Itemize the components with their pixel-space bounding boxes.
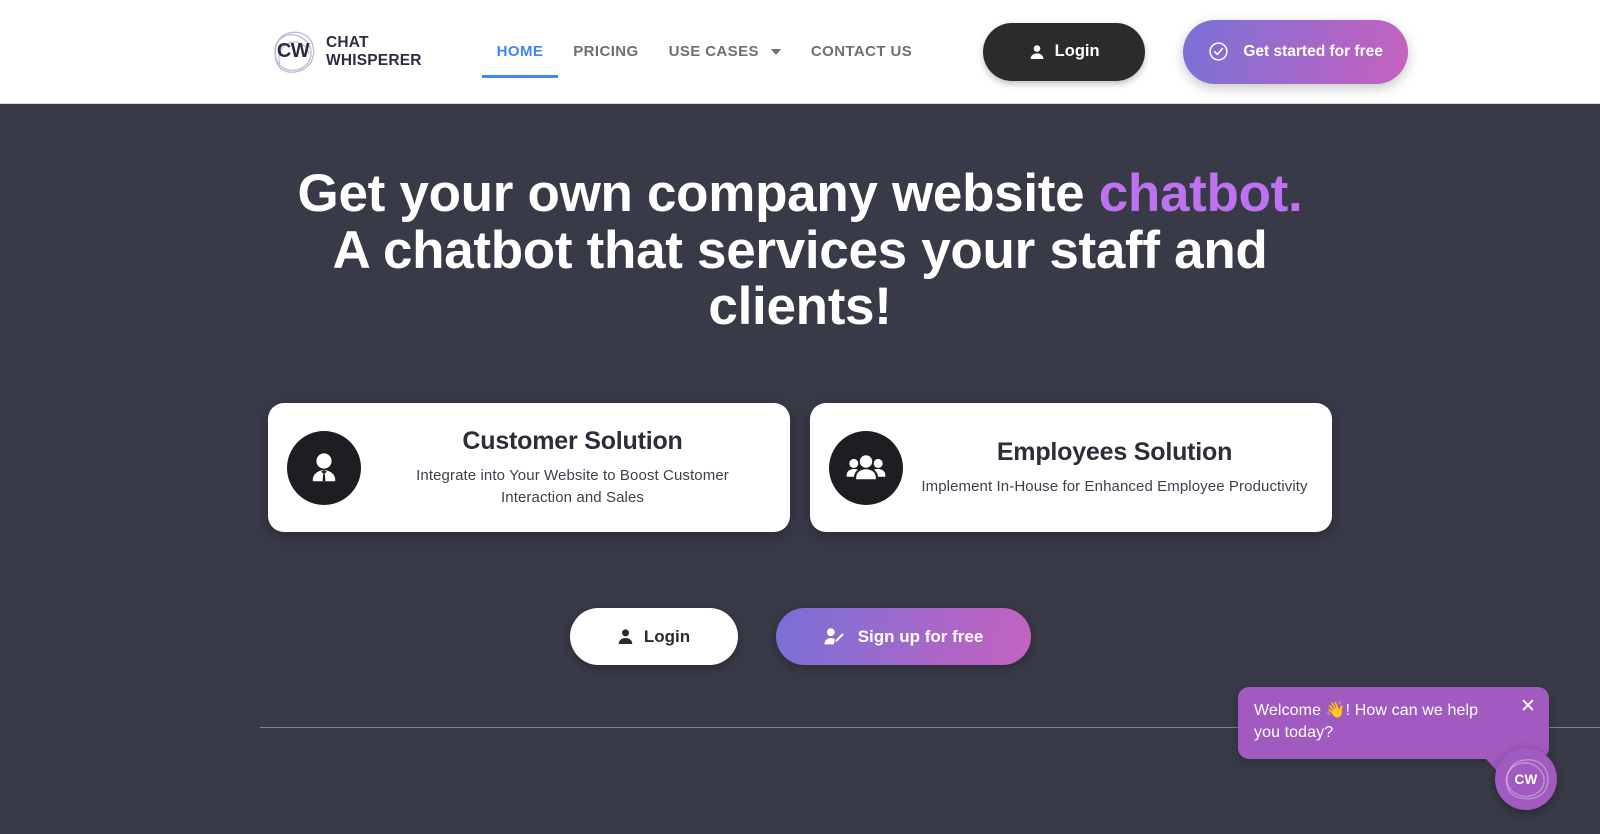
card-employees-description: Implement In-House for Enhanced Employee… bbox=[921, 477, 1308, 495]
chat-launcher-label: CW bbox=[1514, 771, 1538, 787]
get-started-button[interactable]: Get started for free bbox=[1183, 19, 1409, 84]
card-customer-description: Integrate into Your Website to Boost Cus… bbox=[416, 467, 729, 506]
hero-cta-group: Login Sign up for free bbox=[0, 608, 1600, 666]
business-person-icon bbox=[287, 430, 361, 505]
nav-item-use-cases-label: USE CASES bbox=[668, 43, 759, 60]
nav-item-pricing[interactable]: PRICING bbox=[558, 26, 653, 78]
header-login-button[interactable]: Login bbox=[983, 22, 1146, 81]
chat-welcome-message: Welcome 👋! How can we help you today? bbox=[1254, 702, 1479, 742]
hero-headline-line2: A chatbot that services your staff and c… bbox=[332, 220, 1268, 337]
chat-launcher-button[interactable]: CW bbox=[1495, 748, 1557, 810]
hero-login-label: Login bbox=[643, 626, 691, 646]
card-customer-title: Customer Solution bbox=[462, 427, 683, 456]
header-login-label: Login bbox=[1054, 42, 1100, 60]
logo-wordmark: CHAT WHISPERER bbox=[326, 34, 422, 70]
user-icon bbox=[617, 628, 634, 645]
solution-cards: Customer Solution Integrate into Your We… bbox=[0, 403, 1600, 533]
get-started-label: Get started for free bbox=[1243, 42, 1383, 60]
logo-link[interactable]: CW CHAT WHISPERER bbox=[267, 26, 422, 78]
card-employees-body: Employees Solution Implement In-House fo… bbox=[921, 438, 1308, 497]
nav-item-home[interactable]: HOME bbox=[481, 26, 559, 78]
nav-item-contact-us[interactable]: CONTACT US bbox=[796, 26, 927, 78]
logo-monogram: CW bbox=[276, 40, 310, 62]
chevron-down-icon bbox=[770, 48, 781, 55]
hero-login-button[interactable]: Login bbox=[569, 608, 738, 666]
logo-wordmark-line1: CHAT bbox=[326, 33, 369, 51]
user-plus-icon bbox=[823, 627, 844, 646]
nav-item-home-label: HOME bbox=[496, 43, 544, 60]
hero-headline-accent: chatbot. bbox=[1098, 164, 1303, 223]
hero-headline: Get your own company website chatbot. A … bbox=[295, 164, 1305, 337]
main-navigation: HOME PRICING USE CASES CONTACT US bbox=[481, 26, 927, 78]
card-employees-title: Employees Solution bbox=[996, 437, 1233, 466]
card-customer-solution[interactable]: Customer Solution Integrate into Your We… bbox=[268, 403, 790, 533]
nav-item-contact-us-label: CONTACT US bbox=[810, 43, 913, 60]
check-circle-icon bbox=[1208, 41, 1229, 62]
hero-signup-button[interactable]: Sign up for free bbox=[775, 608, 1031, 666]
close-icon[interactable]: ✕ bbox=[1517, 695, 1539, 717]
header-actions: Login Get started for free bbox=[983, 19, 1409, 84]
nav-item-pricing-label: PRICING bbox=[573, 43, 639, 60]
card-employees-solution[interactable]: Employees Solution Implement In-House fo… bbox=[810, 403, 1332, 533]
logo-blob-icon: CW bbox=[267, 26, 319, 78]
hero-headline-plain: Get your own company website bbox=[297, 164, 1099, 223]
site-header: CW CHAT WHISPERER HOME PRICING USE CASES… bbox=[0, 0, 1600, 104]
nav-item-use-cases[interactable]: USE CASES bbox=[654, 26, 796, 78]
hero-section: Get your own company website chatbot. A … bbox=[0, 104, 1600, 666]
group-people-icon bbox=[829, 430, 903, 505]
card-customer-body: Customer Solution Integrate into Your We… bbox=[379, 427, 766, 508]
user-icon bbox=[1029, 44, 1045, 60]
logo-wordmark-line2: WHISPERER bbox=[326, 51, 422, 69]
hero-signup-label: Sign up for free bbox=[857, 626, 984, 646]
